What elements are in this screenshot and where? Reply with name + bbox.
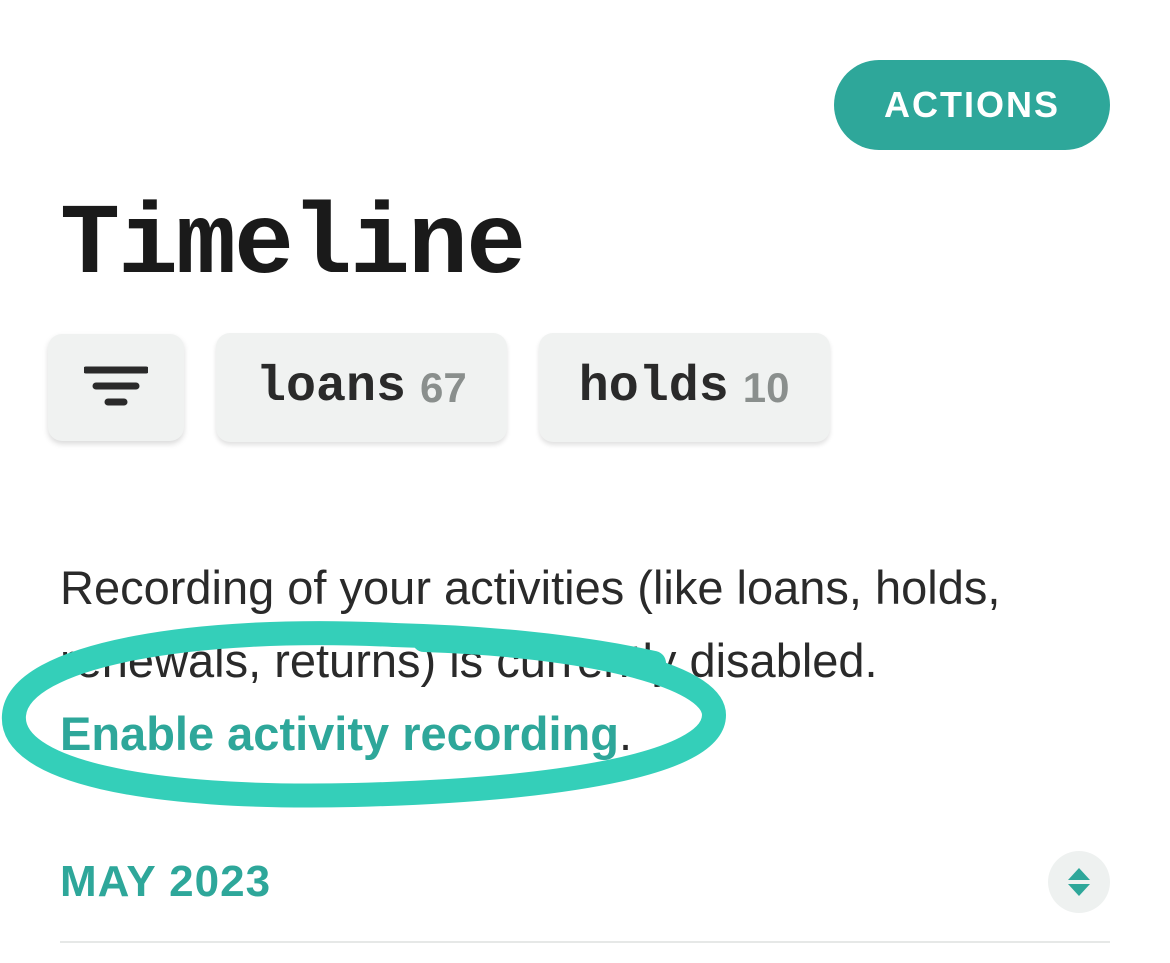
month-heading: MAY 2023 (60, 857, 271, 907)
filter-holds-label: holds (579, 359, 729, 416)
filter-holds-button[interactable]: holds 10 (539, 333, 830, 442)
section-divider (60, 941, 1110, 943)
filter-loans-label: loans (256, 359, 406, 416)
enable-activity-recording-link[interactable]: Enable activity recording (60, 707, 619, 760)
actions-button[interactable]: ACTIONS (834, 60, 1110, 150)
sort-toggle-button[interactable] (1048, 851, 1110, 913)
info-description: Recording of your activities (like loans… (60, 561, 1000, 687)
page-title: Timeline (0, 150, 1170, 333)
filter-holds-count: 10 (743, 364, 790, 412)
filter-loans-count: 67 (420, 364, 467, 412)
filter-icon (84, 364, 148, 411)
chevron-down-icon (1068, 884, 1090, 896)
filter-loans-button[interactable]: loans 67 (216, 333, 507, 442)
filter-menu-button[interactable] (48, 334, 184, 441)
filter-row: loans 67 holds 10 (0, 333, 1170, 442)
chevron-up-icon (1068, 868, 1090, 880)
info-text-block: Recording of your activities (like loans… (0, 442, 1170, 771)
info-suffix: . (619, 707, 632, 760)
